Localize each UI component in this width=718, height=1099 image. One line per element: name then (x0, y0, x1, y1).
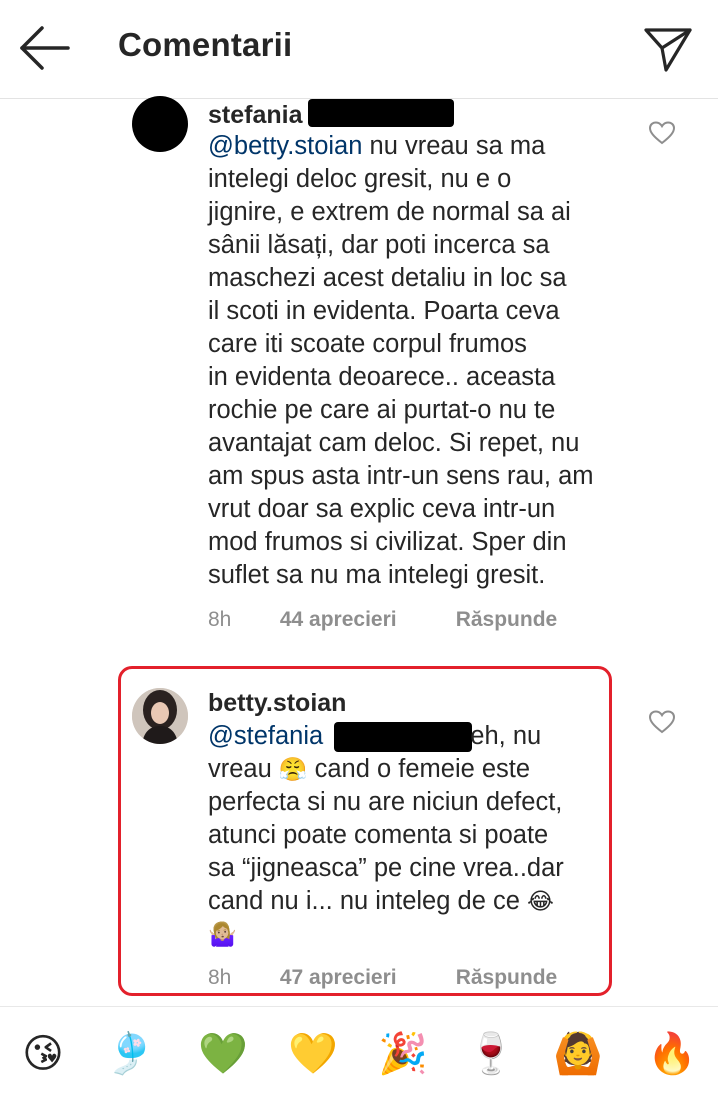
kissing-face-icon[interactable]: 😘 (18, 1029, 68, 1079)
comment-line: am spus asta intr-un sens rau, am (208, 462, 594, 490)
comment-line: @betty.stoian nu vreau sa ma (208, 130, 618, 163)
comment-username[interactable]: stefania (208, 101, 302, 130)
comment-line: rochie pe care ai purtat-o nu te (208, 396, 556, 424)
page-title: Comentarii (118, 26, 293, 63)
comment-text: @stefania eh, nu vreau 😤 cand o femeie e… (208, 720, 618, 951)
comment-line: care iti scoate corpul frumos (208, 330, 527, 358)
angry-face-icon: 😤 (278, 757, 308, 783)
mention-link[interactable]: @betty.stoian (208, 132, 362, 160)
comment-line-text: cand nu i... nu inteleg de ce (208, 887, 527, 915)
comment-line: jignire, e extrem de normal sa ai (208, 198, 571, 226)
wine-glass-icon[interactable]: 🍷 (466, 1029, 516, 1079)
yellow-heart-icon[interactable]: 💛 (288, 1029, 338, 1079)
profile-photo-icon (132, 688, 188, 744)
comment-line: perfecta si nu are niciun defect, (208, 788, 563, 816)
likes-count[interactable]: 44 aprecieri (280, 608, 450, 632)
avatar[interactable] (132, 688, 188, 744)
comment-time: 8h (208, 608, 232, 631)
comment-username[interactable]: betty.stoian (208, 689, 346, 718)
likes-count[interactable]: 47 aprecieri (280, 966, 450, 990)
comment-line: intelegi deloc gresit, nu e o (208, 165, 512, 193)
comment-meta: 8h 47 aprecieri Răspunde (208, 966, 557, 990)
like-button[interactable] (648, 121, 676, 145)
mention-link[interactable]: @stefania (208, 722, 323, 750)
emoji-quick-bar: 😘 🎐 💚 💛 🎉 🍷 🙆 🔥 (0, 1006, 718, 1099)
fire-icon[interactable]: 🔥 (647, 1029, 697, 1079)
comment-line-text: nu vreau sa ma (362, 132, 546, 160)
heart-icon (648, 710, 676, 734)
header-bar: Comentarii (0, 0, 718, 99)
comment-text: @betty.stoian nu vreau sa ma intelegi de… (208, 130, 618, 592)
comment-line: suflet sa nu ma intelegi gresit. (208, 561, 546, 589)
comment-line: il scoti in evidenta. Poarta ceva (208, 297, 560, 325)
comment-line: vreau 😤 cand o femeie este (208, 753, 618, 786)
green-heart-icon[interactable]: 💚 (198, 1029, 248, 1079)
arrow-left-icon (20, 26, 70, 70)
heart-icon (648, 121, 676, 145)
wind-chime-icon[interactable]: 🎐 (105, 1029, 155, 1079)
comment-line: mod frumos si civilizat. Sper din (208, 528, 567, 556)
comment-meta: 8h 44 aprecieri Răspunde (208, 608, 557, 632)
person-gesturing-ok-icon[interactable]: 🙆 (553, 1029, 603, 1079)
comment-line: sa “jigneasca” pe cine vrea..dar (208, 854, 564, 882)
comment-line: cand nu i... nu inteleg de ce 😂 (208, 885, 618, 918)
shrug-icon: 🤷🏼‍♀️ (208, 922, 237, 948)
comment-line: 🤷🏼‍♀️ (208, 918, 618, 951)
comment-line: vrut doar sa explic ceva intr-un (208, 495, 556, 523)
comment-line: in evidenta deoarece.. aceasta (208, 363, 556, 391)
comment-line: avantajat cam deloc. Si repet, nu (208, 429, 580, 457)
back-button[interactable] (18, 24, 72, 72)
paper-plane-icon (644, 28, 692, 72)
reply-button[interactable]: Răspunde (456, 966, 558, 990)
comment-line: sânii lăsați, dar poti incerca sa (208, 231, 550, 259)
party-popper-icon[interactable]: 🎉 (378, 1029, 428, 1079)
comment-line-text: cand o femeie este (307, 755, 531, 783)
comment-line-text: vreau (208, 755, 279, 783)
comment-line: @stefania eh, nu (208, 720, 618, 753)
comment-line-text: eh, nu (463, 722, 542, 750)
like-button[interactable] (648, 710, 676, 734)
share-button[interactable] (640, 22, 696, 76)
comment-line: atunci poate comenta si poate (208, 821, 549, 849)
reply-button[interactable]: Răspunde (456, 608, 558, 632)
comment-line: maschezi acest detaliu in loc sa (208, 264, 567, 292)
redaction-bar (308, 99, 454, 127)
avatar[interactable] (132, 96, 188, 152)
laughing-face-icon: 😂 (526, 889, 554, 915)
comment-time: 8h (208, 966, 232, 989)
